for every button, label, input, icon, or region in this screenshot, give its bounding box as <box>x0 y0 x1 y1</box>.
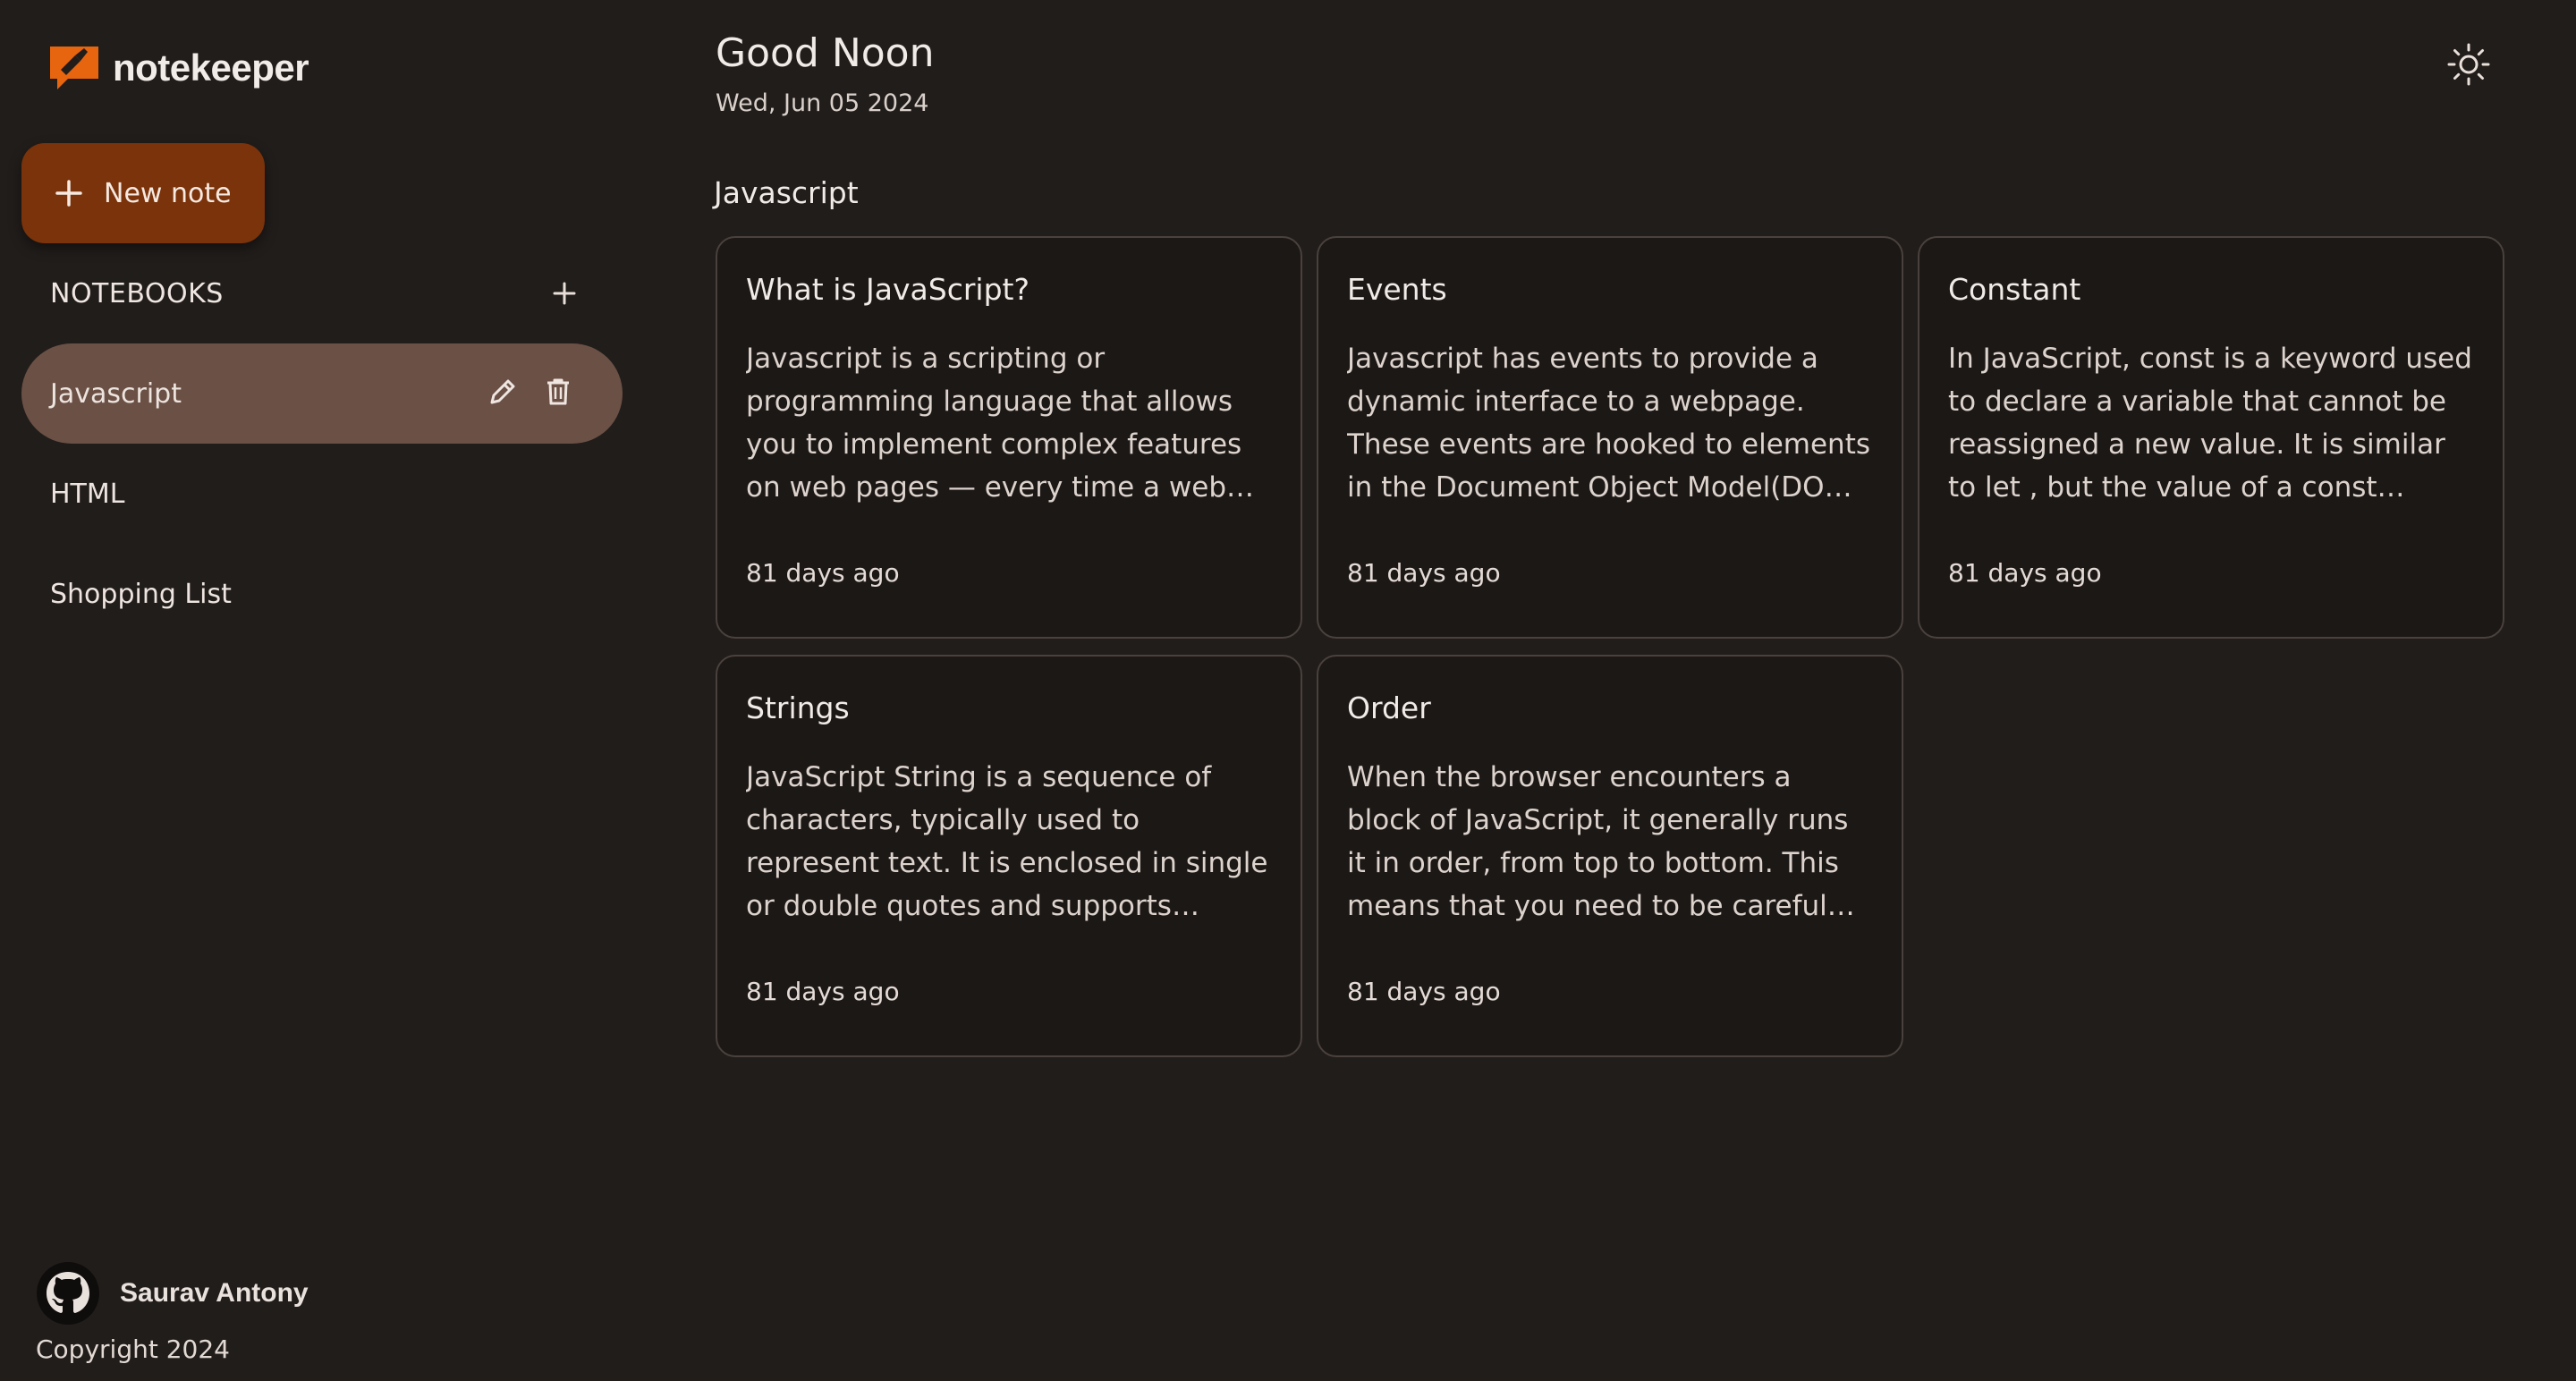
note-card[interactable]: Strings JavaScript String is a sequence … <box>716 655 1302 1057</box>
note-title: Strings <box>746 690 850 725</box>
plus-icon <box>55 180 82 207</box>
notebook-label: HTML <box>50 478 125 510</box>
notekeeper-logo-icon <box>50 47 98 89</box>
note-card[interactable]: Events Javascript has events to provide … <box>1317 236 1903 639</box>
new-note-button[interactable]: New note <box>21 143 265 243</box>
note-time: 81 days ago <box>1347 558 1501 588</box>
copyright-text: Copyright 2024 <box>36 1334 230 1364</box>
note-title: What is JavaScript? <box>746 272 1030 307</box>
note-card[interactable]: What is JavaScript? Javascript is a scri… <box>716 236 1302 639</box>
current-date: Wed, Jun 05 2024 <box>716 89 929 117</box>
notebook-label: Javascript <box>50 377 182 410</box>
notebooks-header: NOTEBOOKS <box>50 274 578 313</box>
greeting: Good Noon <box>716 30 935 76</box>
app-root: notekeeper New note NOTEBOOKS Javascript <box>0 0 2576 1381</box>
notebook-label: Shopping List <box>50 578 232 610</box>
sun-icon[interactable] <box>2445 41 2492 88</box>
note-title: Order <box>1347 690 1431 725</box>
edit-pencil-icon[interactable] <box>487 376 519 408</box>
sidebar-item-javascript[interactable]: Javascript <box>21 343 623 444</box>
new-note-label: New note <box>104 177 232 209</box>
note-body: Javascript is a scripting or programming… <box>746 343 1242 504</box>
github-icon <box>37 1262 99 1325</box>
note-card[interactable]: Constant In JavaScript, const is a keywo… <box>1918 236 2504 639</box>
note-card[interactable]: Order When the browser encounters a bloc… <box>1317 655 1903 1057</box>
author-link[interactable]: Saurav Antony <box>36 1261 309 1326</box>
add-notebook-icon[interactable] <box>551 280 578 307</box>
note-title: Constant <box>1948 272 2081 307</box>
note-body: In JavaScript, const is a keyword used t… <box>1948 343 2472 504</box>
app-name: notekeeper <box>113 47 309 89</box>
delete-trash-icon[interactable] <box>542 376 574 408</box>
note-time: 81 days ago <box>1347 977 1501 1006</box>
notebooks-title: NOTEBOOKS <box>50 277 224 309</box>
author-name: Saurav Antony <box>120 1278 309 1308</box>
sidebar-item-html[interactable]: HTML <box>21 444 623 544</box>
note-time: 81 days ago <box>746 558 900 588</box>
sidebar-footer: Saurav Antony Copyright 2024 <box>36 1261 309 1364</box>
note-body: Javascript has events to provide a dynam… <box>1347 343 1871 504</box>
logo[interactable]: notekeeper <box>48 43 309 93</box>
sidebar: notekeeper New note NOTEBOOKS Javascript <box>0 0 662 1381</box>
note-time: 81 days ago <box>746 977 900 1006</box>
notebook-section-title: Javascript <box>714 175 859 210</box>
note-body: When the browser encounters a block of J… <box>1347 761 1849 922</box>
notebook-actions <box>487 376 574 408</box>
note-time: 81 days ago <box>1948 558 2102 588</box>
note-title: Events <box>1347 272 1447 307</box>
sidebar-item-shopping-list[interactable]: Shopping List <box>21 544 623 644</box>
note-body: JavaScript String is a sequence of chara… <box>746 761 1268 922</box>
